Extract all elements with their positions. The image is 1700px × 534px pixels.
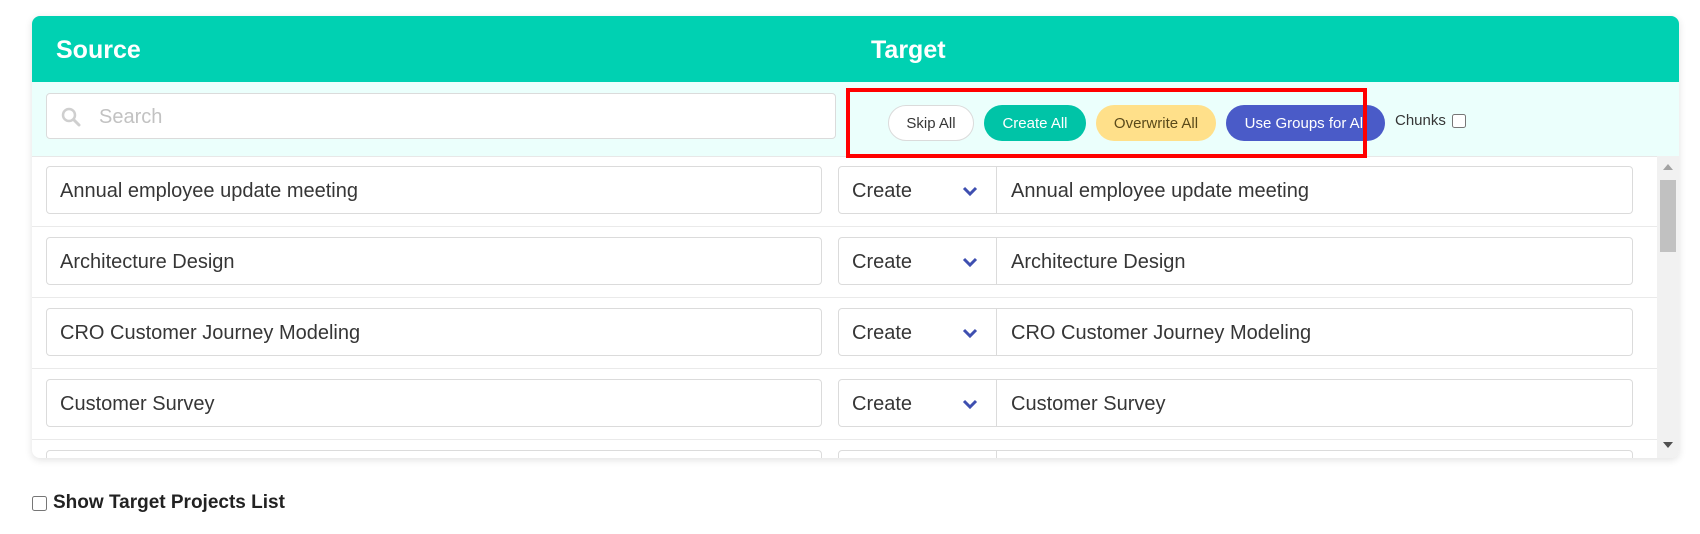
panel-header: Source Target — [32, 16, 1679, 82]
action-select-value: Create — [852, 322, 913, 344]
table-row: Customer Survey Create Customer Survey — [32, 369, 1657, 440]
table-row: Annual employee update meeting Create An… — [32, 156, 1657, 227]
toolbar: Skip All Create All Overwrite All Use Gr… — [32, 82, 1679, 158]
target-field[interactable] — [997, 450, 1633, 458]
chevron-down-icon — [962, 186, 978, 197]
target-field[interactable]: Annual employee update meeting — [997, 166, 1633, 214]
source-field[interactable]: Architecture Design — [46, 237, 822, 285]
search-icon — [61, 107, 81, 127]
action-select-value: Create — [852, 180, 913, 202]
target-field[interactable]: Architecture Design — [997, 237, 1633, 285]
chevron-down-icon — [962, 328, 978, 339]
mapping-rows: Annual employee update meeting Create An… — [32, 156, 1657, 458]
show-target-projects-checkbox[interactable] — [32, 495, 47, 511]
show-target-projects-option[interactable]: Show Target Projects List — [32, 492, 285, 514]
action-select[interactable]: Create — [838, 379, 997, 427]
source-field[interactable]: Customer Survey — [46, 379, 822, 427]
show-target-projects-label: Show Target Projects List — [53, 492, 285, 513]
action-select[interactable]: Create — [838, 308, 997, 356]
chunks-option[interactable]: Chunks — [1395, 112, 1466, 129]
scrollbar-thumb[interactable] — [1660, 180, 1676, 252]
rows-scrollbar[interactable] — [1657, 156, 1679, 458]
target-field[interactable]: CRO Customer Journey Modeling — [997, 308, 1633, 356]
source-field[interactable]: Annual employee update meeting — [46, 166, 822, 214]
search-box — [46, 93, 836, 140]
target-field[interactable]: Customer Survey — [997, 379, 1633, 427]
source-field[interactable]: CRO Customer Journey Modeling — [46, 308, 822, 356]
search-input[interactable] — [97, 94, 821, 140]
scroll-up-arrow-icon[interactable] — [1663, 164, 1673, 170]
mapping-panel: Source Target Skip All Create All Overwr… — [32, 16, 1679, 458]
action-select[interactable] — [838, 450, 997, 458]
source-field[interactable] — [46, 450, 822, 458]
chunks-checkbox[interactable] — [1451, 113, 1466, 128]
action-select[interactable]: Create — [838, 166, 997, 214]
bulk-actions-highlight — [846, 88, 1367, 158]
table-row — [32, 440, 1657, 458]
action-select-value: Create — [852, 251, 913, 273]
target-column-title: Target — [871, 36, 946, 64]
action-select[interactable]: Create — [838, 237, 997, 285]
action-select-value: Create — [852, 393, 913, 415]
table-row: Architecture Design Create Architecture … — [32, 227, 1657, 298]
chunks-label: Chunks — [1395, 112, 1446, 129]
source-column-title: Source — [56, 36, 141, 64]
table-row: CRO Customer Journey Modeling Create CRO… — [32, 298, 1657, 369]
scroll-down-arrow-icon[interactable] — [1663, 442, 1673, 448]
chevron-down-icon — [962, 257, 978, 268]
chevron-down-icon — [962, 399, 978, 410]
